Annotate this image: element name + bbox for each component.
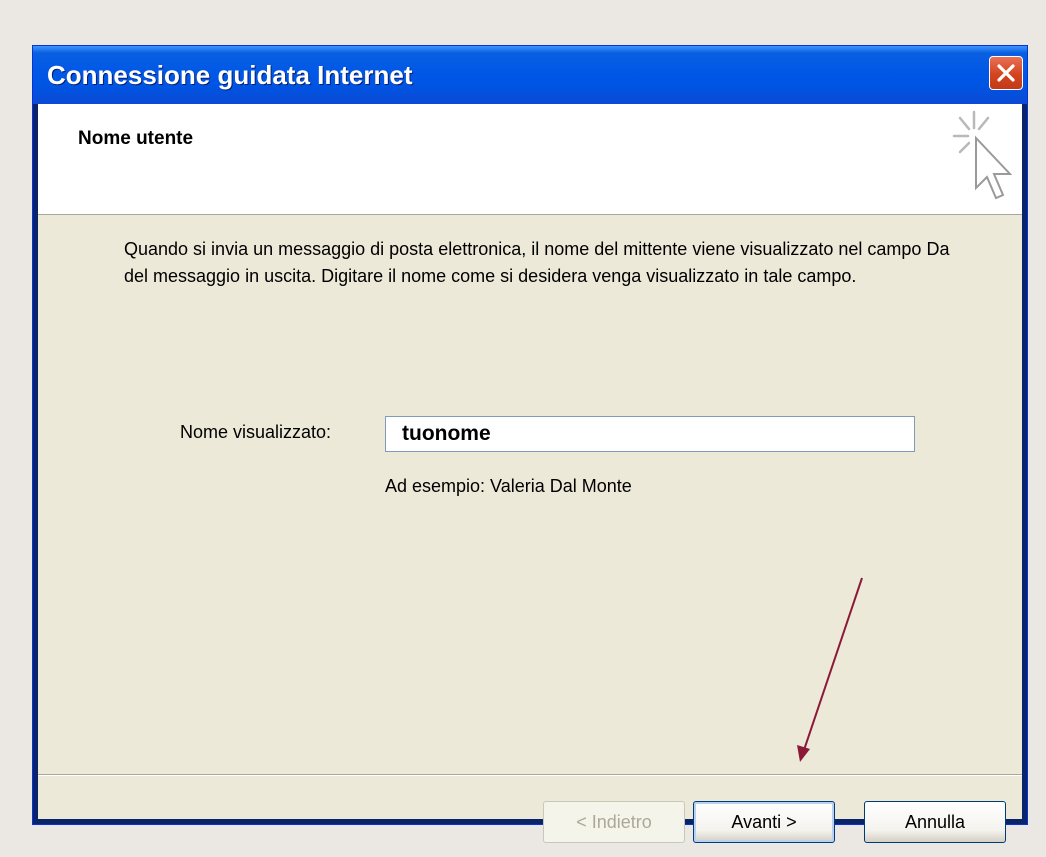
- back-button[interactable]: < Indietro: [543, 801, 685, 843]
- wizard-content: Nome utente Quando si invia un messaggio…: [38, 104, 1022, 843]
- title-bar[interactable]: Connessione guidata Internet: [33, 46, 1027, 104]
- next-button[interactable]: Avanti >: [693, 801, 835, 843]
- separator: [38, 774, 1022, 776]
- display-name-label: Nome visualizzato:: [180, 422, 332, 442]
- wizard-window: Connessione guidata Internet Nome utente…: [32, 45, 1028, 843]
- description-text: Quando si invia un messaggio di posta el…: [124, 239, 950, 286]
- close-icon: [997, 64, 1015, 82]
- cancel-button[interactable]: Annulla: [864, 801, 1006, 843]
- wizard-cursor-icon: [952, 110, 1013, 200]
- close-button[interactable]: [989, 56, 1023, 90]
- display-name-input[interactable]: [385, 416, 915, 452]
- wizard-header: Nome utente: [38, 104, 1022, 215]
- window-title: Connessione guidata Internet: [47, 60, 413, 90]
- example-text: Ad esempio: Valeria Dal Monte: [385, 476, 632, 496]
- page-title: Nome utente: [78, 128, 194, 149]
